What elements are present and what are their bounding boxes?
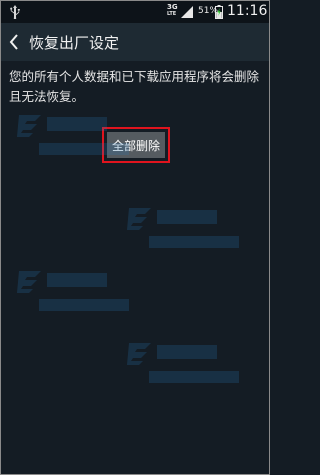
watermark-logo	[17, 113, 137, 159]
watermark-logo	[17, 269, 137, 315]
signal-icon	[181, 6, 193, 18]
watermark-logo	[127, 341, 247, 387]
network-type-label: 3G LTE	[167, 3, 178, 18]
chevron-left-icon[interactable]	[9, 34, 19, 50]
status-bar: 3G LTE 51% 11:16	[1, 1, 269, 23]
screen: 3G LTE 51% 11:16 恢复出厂设定 您的所有个人数据和已下载应用程序…	[0, 0, 270, 475]
reset-description: 您的所有个人数据和已下载应用程序将会删除且无法恢复。	[9, 69, 260, 104]
network-subtype-label: LTE	[167, 11, 177, 17]
action-bar: 恢复出厂设定	[1, 23, 269, 61]
watermark-logo	[127, 206, 247, 252]
usb-icon	[10, 5, 20, 19]
page-title: 恢复出厂设定	[29, 34, 120, 52]
battery-charging-icon	[215, 5, 223, 19]
clock: 11:16	[227, 3, 268, 19]
